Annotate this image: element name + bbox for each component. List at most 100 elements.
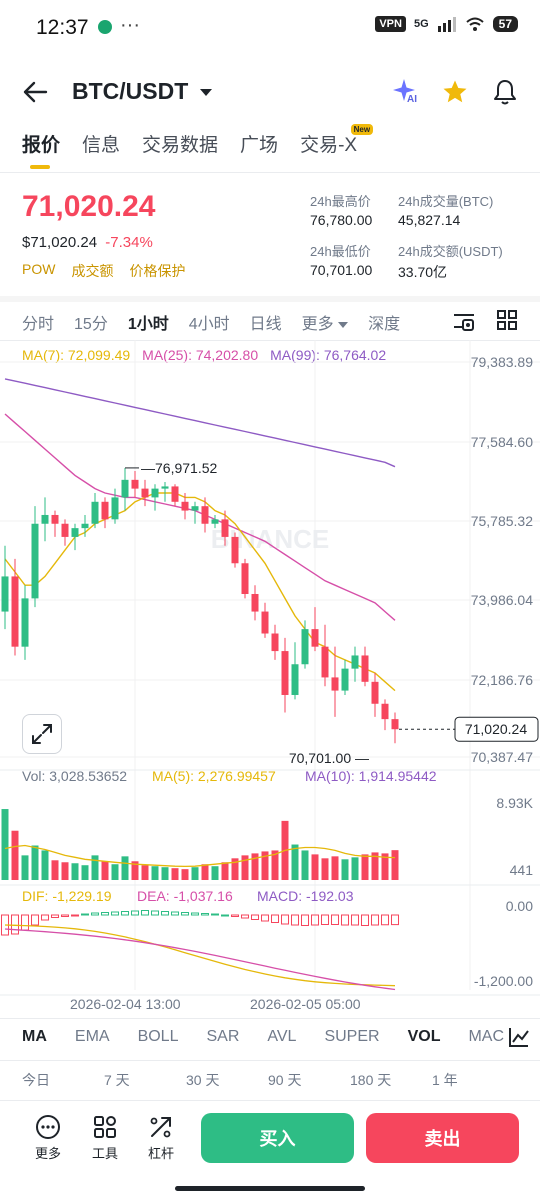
interval-1h[interactable]: 1小时 — [128, 310, 169, 334]
tab-trade-x-label: 交易-X — [300, 135, 358, 156]
volume-bar — [61, 862, 69, 880]
candle-down — [181, 501, 189, 511]
macd-bar — [141, 910, 149, 916]
ma25-line — [4, 413, 396, 621]
volume-bar — [101, 861, 109, 880]
layout-grid-button[interactable] — [496, 309, 518, 336]
macd-bar — [331, 914, 339, 925]
fullscreen-button[interactable] — [22, 714, 62, 754]
tab-square[interactable]: 广场 — [240, 130, 278, 157]
indicator-ma[interactable]: MA — [22, 1028, 47, 1046]
interval-time[interactable]: 分时 — [22, 310, 54, 334]
perf-today[interactable]: 今日 — [22, 1070, 104, 1090]
alert-button[interactable] — [492, 78, 518, 111]
indicator-avl[interactable]: AVL — [267, 1028, 296, 1046]
macd-bar — [391, 914, 399, 926]
candle-down — [381, 703, 389, 720]
macd-bar — [151, 910, 159, 916]
perf-30d[interactable]: 30 天 — [186, 1070, 268, 1090]
performance-row: 今日 7 天 30 天 90 天 180 天 1 年 — [22, 1070, 514, 1090]
interval-15m[interactable]: 15分 — [74, 310, 108, 334]
candle-up — [191, 506, 199, 511]
ai-button[interactable]: AI — [392, 78, 424, 108]
indicator-settings-button[interactable] — [508, 1026, 530, 1053]
indicator-super[interactable]: SUPER — [324, 1028, 379, 1046]
sell-button[interactable]: 卖出 — [366, 1113, 519, 1163]
tag-price-protection[interactable]: 价格保护 — [129, 261, 185, 281]
perf-7d[interactable]: 7 天 — [104, 1070, 186, 1090]
volume-bar — [341, 859, 349, 880]
volume-bar — [111, 864, 119, 880]
grid-icon — [497, 310, 517, 330]
tab-info[interactable]: 信息 — [82, 130, 120, 157]
back-arrow-icon — [23, 81, 48, 103]
back-button[interactable] — [22, 79, 48, 110]
macd-bar — [41, 914, 49, 921]
interval-1d[interactable]: 日线 — [250, 310, 282, 334]
perf-90d[interactable]: 90 天 — [268, 1070, 350, 1090]
candle-up — [161, 486, 169, 489]
tool-leverage[interactable]: 杠杆 — [135, 1114, 187, 1162]
tools-icon — [94, 1116, 116, 1138]
interval-4h[interactable]: 4小时 — [189, 310, 230, 334]
interval-depth[interactable]: 深度 — [368, 310, 400, 334]
price-axis-label: 79,383.89 — [471, 354, 533, 370]
indicator-selector: MA EMA BOLL SAR AVL SUPER VOL MAC — [22, 1028, 504, 1046]
perf-180d[interactable]: 180 天 — [350, 1070, 432, 1090]
indicator-chart-icon — [509, 1028, 529, 1047]
candle-down — [261, 611, 269, 634]
wifi-icon — [465, 17, 484, 31]
macd-bar — [31, 914, 39, 926]
price-usd-row: $71,020.24 -7.34% — [22, 234, 153, 251]
buy-button[interactable]: 买入 — [201, 1113, 354, 1163]
volume-bar — [351, 857, 359, 880]
main-tabs: 报价 信息 交易数据 广场 交易-X New — [22, 124, 374, 169]
price-change: -7.34% — [105, 234, 153, 251]
current-price-label: 71,020.24 — [465, 721, 527, 737]
tab-trading-data[interactable]: 交易数据 — [142, 130, 218, 157]
indicator-sar[interactable]: SAR — [206, 1028, 239, 1046]
macd-bar — [81, 913, 89, 916]
candle-down — [391, 719, 399, 730]
indicator-vol[interactable]: VOL — [408, 1028, 441, 1046]
tool-more[interactable]: 更多 — [22, 1114, 74, 1162]
indicator-ema[interactable]: EMA — [75, 1028, 110, 1046]
volume-bar — [161, 867, 169, 880]
price-axis-label: 75,785.32 — [471, 513, 533, 529]
price-axis-label: 77,584.60 — [471, 434, 533, 450]
candle-down — [101, 501, 109, 520]
indicator-boll[interactable]: BOLL — [138, 1028, 179, 1046]
pair-selector[interactable]: BTC/USDT — [72, 78, 213, 105]
tag-turnover[interactable]: 成交额 — [71, 261, 113, 281]
low-label: 24h最低价 — [310, 244, 371, 259]
volume-bar — [301, 850, 309, 880]
tab-quote[interactable]: 报价 — [22, 130, 60, 169]
star-icon — [443, 80, 467, 103]
candle-down — [371, 681, 379, 704]
indicator-macd[interactable]: MAC — [468, 1028, 504, 1046]
perf-1y[interactable]: 1 年 — [432, 1070, 514, 1090]
ma7-line — [4, 492, 396, 692]
macd-bar — [71, 914, 79, 917]
tool-tools[interactable]: 工具 — [79, 1114, 131, 1162]
tab-trade-x[interactable]: 交易-X New — [300, 124, 374, 157]
candlestick-chart[interactable]: BINANCE 79,383.89 77,584.60 75,785.32 73,98… — [0, 340, 540, 1010]
volume-bar — [361, 854, 369, 880]
macd-bar — [281, 914, 289, 925]
candle-down — [171, 486, 179, 502]
indicator-divider — [0, 1060, 540, 1061]
low-marker-label: 70,701.00 — — [289, 750, 369, 766]
high-value: 76,780.00 — [310, 212, 373, 228]
favorite-button[interactable] — [442, 79, 468, 110]
interval-more[interactable]: 更多 — [302, 310, 349, 334]
macd-bar — [271, 914, 279, 923]
chart-settings-button[interactable] — [452, 310, 476, 337]
expand-icon — [32, 724, 52, 744]
candle-down — [361, 655, 369, 682]
candle-up — [341, 668, 349, 691]
macd-bar — [351, 914, 359, 926]
volume-bar — [11, 830, 19, 880]
price-usd: $71,020.24 — [22, 234, 98, 251]
tag-pow[interactable]: POW — [22, 261, 55, 281]
candle-down — [141, 488, 149, 498]
